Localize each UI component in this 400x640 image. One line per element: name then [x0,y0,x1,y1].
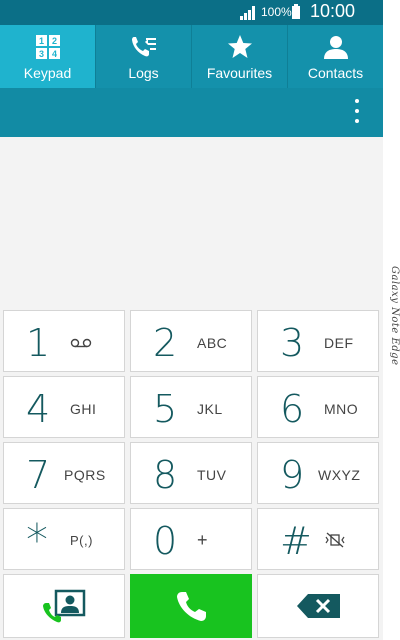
key-letters: GHI [70,401,97,417]
key-letters: JKL [197,401,223,417]
tab-label: Keypad [23,65,72,81]
key-7[interactable]: 7 PQRS [3,442,125,504]
key-0[interactable]: 0 + [130,508,252,570]
keypad-icon-digit: 1 [38,36,43,46]
key-digit: 1 [26,321,51,365]
more-options-icon[interactable] [353,99,361,127]
vibrate-mute-icon [325,532,345,548]
device-edge-label: Galaxy Note Edge [389,266,400,366]
tab-label: Logs [128,65,159,81]
tab-keypad[interactable]: 1 2 3 4 Keypad [0,25,96,88]
key-digit: # [280,519,312,563]
key-letters: PQRS [64,467,106,483]
key-8[interactable]: 8 TUV [130,442,252,504]
key-letters: P(,) [70,533,93,548]
key-4[interactable]: 4 GHI [3,376,125,438]
key-digit: 9 [280,453,305,497]
tab-label: Contacts [307,65,364,81]
logs-icon [131,37,156,57]
key-hash[interactable]: # [257,508,379,570]
keypad-icon-digit: 3 [38,49,43,59]
key-5[interactable]: 5 JKL [130,376,252,438]
key-2[interactable]: 2 ABC [130,310,252,372]
keypad-icon-digit: 2 [51,36,56,46]
battery-icon [292,4,300,19]
action-bar [0,88,383,137]
dial-pad: 1 2 ABC 3 DEF 4 GHI 5 JKL 6 MNO 7 PQRS 8… [3,310,381,640]
key-letters: + [197,530,209,550]
signal-icon [240,6,255,20]
contact-icon [323,36,348,59]
voicemail-icon [70,338,92,348]
key-9[interactable]: 9 WXYZ [257,442,379,504]
key-3[interactable]: 3 DEF [257,310,379,372]
key-digit: 4 [26,387,51,431]
key-letters: ABC [197,335,228,351]
star-icon [227,35,252,58]
keypad-icon-digit: 4 [51,49,56,59]
key-digit: 0 [153,519,178,563]
status-bar: 100% 10:00 [0,0,383,25]
key-1[interactable]: 1 [3,310,125,372]
key-letters: DEF [324,335,354,351]
key-digit: 8 [153,453,178,497]
battery-percent: 100% [261,5,292,19]
key-digit: 2 [153,321,178,365]
key-star[interactable]: * P(,) [3,508,125,570]
key-digit: 3 [280,321,305,365]
keypad-icon: 1 2 3 4 [35,35,60,59]
contact-call-icon [43,589,86,623]
key-digit: * [26,515,48,566]
add-to-contacts-button[interactable] [3,574,125,638]
key-digit: 5 [153,387,178,431]
key-digit: 7 [26,453,51,497]
key-letters: WXYZ [318,467,361,483]
clock: 10:00 [310,1,356,21]
key-letters: MNO [324,401,359,417]
call-button[interactable] [130,574,252,638]
tab-favourites[interactable]: Favourites [192,25,288,88]
tab-label: Favourites [206,65,273,81]
key-6[interactable]: 6 MNO [257,376,379,438]
tab-contacts[interactable]: Contacts [288,25,383,88]
backspace-icon [297,594,340,618]
tab-logs[interactable]: Logs [96,25,192,88]
tab-bar: 1 2 3 4 Keypad Logs Favourites Contacts [0,25,383,88]
key-letters: TUV [197,467,227,483]
number-display[interactable] [0,137,383,307]
phone-screen: 100% 10:00 1 2 3 4 Keypad Logs Favourite… [0,0,383,640]
phone-icon [177,592,206,621]
backspace-button[interactable] [257,574,379,638]
key-digit: 6 [280,387,305,431]
